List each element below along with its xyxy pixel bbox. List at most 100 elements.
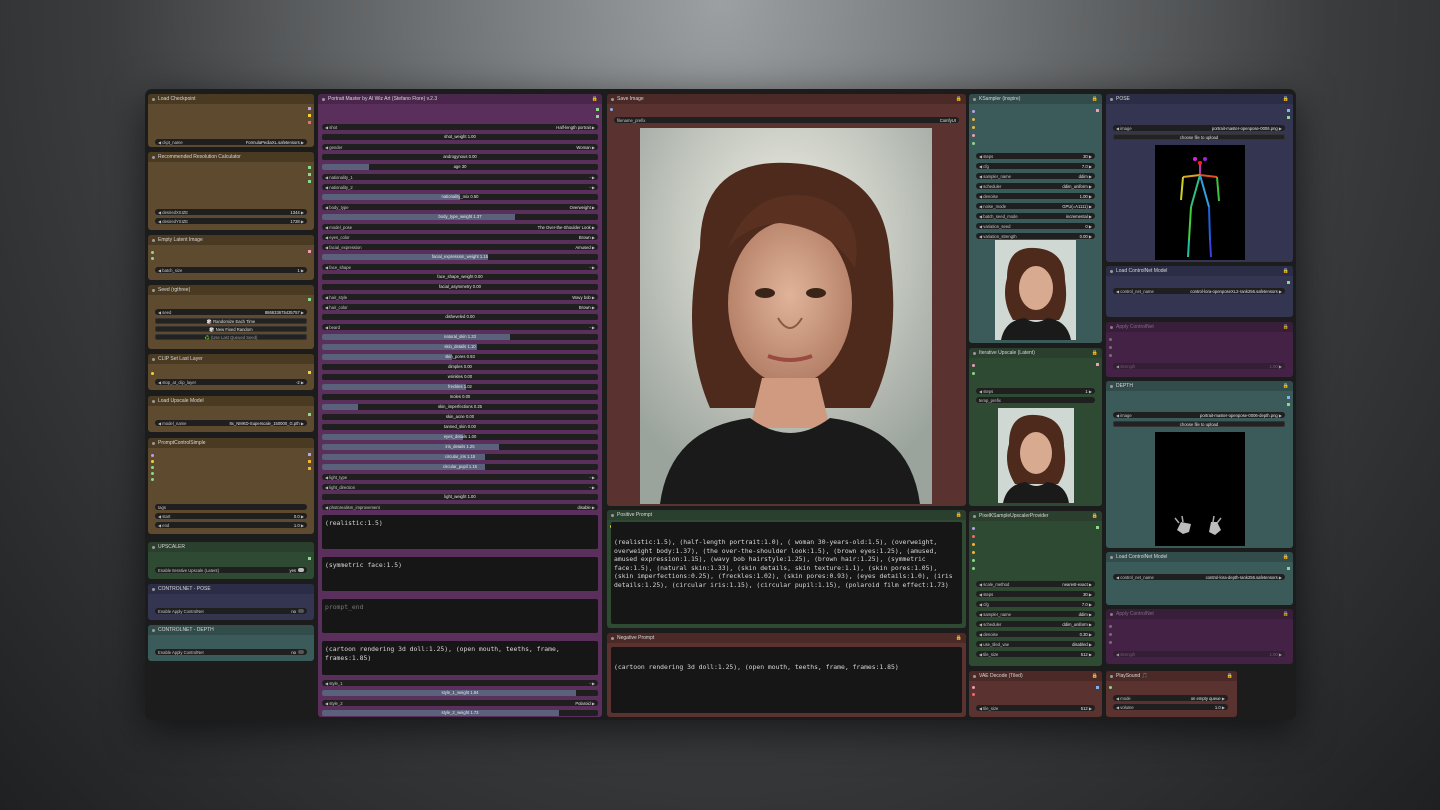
input-image-icon[interactable] [1109, 641, 1112, 644]
enable-apply-controlnet-pose-toggle[interactable]: Enable Apply ControlNet no [155, 608, 307, 614]
randomize-each-time-button[interactable]: 🎲 Randomize Each Time [155, 318, 307, 324]
arrow-right-icon[interactable]: ▶ [1089, 234, 1092, 239]
arrow-left-icon[interactable]: ◀ [979, 592, 982, 597]
input-conditioning-icon[interactable] [1109, 625, 1112, 628]
input-controlnet-icon[interactable] [1109, 346, 1112, 349]
prompt-end-textarea[interactable]: prompt_end [322, 599, 598, 633]
arrow-left-icon[interactable]: ◀ [325, 235, 328, 240]
pm-shot-combo[interactable]: ◀ shot Half-length portrait ▶ [322, 124, 598, 130]
load-upscale-model-node[interactable]: Load Upscale Model ◀ model_name 8x_NMKD-S… [148, 396, 314, 432]
generated-portrait-image[interactable] [640, 128, 932, 504]
output-image-icon[interactable] [1287, 396, 1290, 399]
input-clip-icon[interactable] [151, 460, 154, 463]
pm-dimples-slider[interactable]: dimples 0.00 [322, 364, 598, 370]
enable-iterative-upscale-toggle[interactable]: Enable Iterative Upscale (Latent) yes [155, 567, 307, 573]
pm-nationality-1-combo[interactable]: ◀ nationality_1- ▶ [322, 174, 598, 180]
seed-input[interactable]: ◀ seed 886633675435757 ▶ [155, 309, 307, 315]
arrow-left-icon[interactable]: ◀ [979, 582, 982, 587]
arrow-right-icon[interactable]: ▶ [1089, 582, 1092, 587]
ks-variation-seed-input[interactable]: ◀ variation_seed 0 ▶ [976, 223, 1095, 229]
lock-icon[interactable]: 🔒 [592, 96, 598, 102]
vae-tile-size-input[interactable]: ◀ tile_size 512 ▶ [976, 705, 1095, 711]
pm-circular-pupil-slider[interactable]: circular_pupil 1.15 [322, 464, 598, 470]
pm-light-type-combo[interactable]: ◀ light_type - ▶ [322, 474, 598, 480]
prompt-control-simple-node[interactable]: PromptControlSimple tags ◀ start 0.0 ▶ ◀ … [148, 438, 314, 534]
output-upscaler-icon[interactable] [1096, 526, 1099, 529]
arrow-left-icon[interactable]: ◀ [979, 622, 982, 627]
input-seed-icon[interactable] [972, 142, 975, 145]
collapse-dot-icon[interactable] [152, 97, 155, 101]
apply-cn-depth-strength-input[interactable]: ◀ strength 1.00 ▶ [1113, 651, 1285, 657]
tags-input[interactable]: tags [155, 504, 307, 510]
arrow-left-icon[interactable]: ◀ [979, 154, 982, 159]
ks-scheduler-input[interactable]: ◀ scheduler ddim_uniform ▶ [976, 183, 1095, 189]
pixel-ksample-upscaler-node[interactable]: PixelKSampleUpscalerProvider 🔒 ◀ scale_me… [969, 511, 1102, 666]
input-latent-icon[interactable] [972, 134, 975, 137]
arrow-right-icon[interactable]: ▶ [1089, 602, 1092, 607]
output-cond-icon[interactable] [308, 467, 311, 470]
output-image-icon[interactable] [1096, 686, 1099, 689]
px-scale-method-input[interactable]: ◀ scale_method nearest-exact ▶ [976, 581, 1095, 587]
depth-map-image[interactable] [1155, 432, 1245, 546]
lock-icon[interactable]: 🔒 [956, 635, 962, 641]
output-cond-icon[interactable] [308, 460, 311, 463]
arrow-right-icon[interactable]: ▶ [1089, 184, 1092, 189]
desired-y-size-input[interactable]: ◀ desiredYSIZE 1728 ▶ [155, 218, 307, 224]
arrow-right-icon[interactable]: ▶ [592, 681, 595, 686]
px-denoise-input[interactable]: ◀ denoise 0.30 ▶ [976, 631, 1095, 637]
pm-iris-details-slider[interactable]: iris_details 1.25 [322, 444, 598, 450]
collapse-dot-icon[interactable] [1110, 269, 1113, 273]
arrow-left-icon[interactable]: ◀ [325, 701, 328, 706]
arrow-right-icon[interactable]: ▶ [1089, 224, 1092, 229]
arrow-left-icon[interactable]: ◀ [979, 652, 982, 657]
arrow-right-icon[interactable]: ▶ [592, 701, 595, 706]
output-negative-icon[interactable] [596, 115, 599, 118]
arrow-right-icon[interactable]: ▶ [1089, 214, 1092, 219]
pm-skin-pores-slider[interactable]: skin_pores 0.93 [322, 354, 598, 360]
arrow-left-icon[interactable]: ◀ [979, 184, 982, 189]
arrow-left-icon[interactable]: ◀ [979, 612, 982, 617]
output-bool-icon[interactable] [308, 557, 311, 560]
collapse-dot-icon[interactable] [1110, 674, 1113, 678]
lock-icon[interactable]: 🔒 [1092, 350, 1098, 356]
pm-body-type-combo[interactable]: ◀ body_type Overweight ▶ [322, 204, 598, 210]
empty-latent-node[interactable]: Empty Latent Image ◀ batch_size 1 ▶ [148, 235, 314, 280]
input-upscaler-icon[interactable] [972, 372, 975, 375]
ks-steps-input[interactable]: ◀ steps 30 ▶ [976, 153, 1095, 159]
ks-cfg-input[interactable]: ◀ cfg 7.0 ▶ [976, 163, 1095, 169]
arrow-right-icon[interactable]: ▶ [1089, 592, 1092, 597]
save-image-node[interactable]: Save Image 🔒 filename_prefix ComfyUI [607, 94, 966, 506]
input-samples-icon[interactable] [972, 364, 975, 367]
positive-prompt-textarea[interactable]: (realistic:1.5), (half-length portrait:1… [611, 522, 962, 624]
arrow-right-icon[interactable]: ▶ [1089, 632, 1092, 637]
pm-freckles-slider[interactable]: freckles 1.02 [322, 384, 598, 390]
arrow-left-icon[interactable]: ◀ [325, 225, 328, 230]
collapse-dot-icon[interactable] [152, 441, 155, 445]
output-latent-icon[interactable] [308, 250, 311, 253]
lock-icon[interactable]: 🔒 [1283, 324, 1289, 330]
pm-light-direction-combo[interactable]: ◀ light_direction - ▶ [322, 484, 598, 490]
end-input[interactable]: ◀ end 1.0 ▶ [155, 522, 307, 528]
controlnet-depth-group-node[interactable]: CONTROLNET - DEPTH Enable Apply ControlN… [148, 625, 314, 661]
collapse-dot-icon[interactable] [1110, 555, 1113, 559]
input-negative-icon[interactable] [972, 551, 975, 554]
pm-beard-combo[interactable]: ◀ beard - ▶ [322, 324, 598, 330]
prompt-additional-textarea[interactable]: (symmetric face:1.5) [322, 557, 598, 591]
pm-age-slider[interactable]: age 30 [322, 164, 598, 170]
batch-size-input[interactable]: ◀ batch_size 1 ▶ [155, 267, 307, 273]
lock-icon[interactable]: 🔒 [1283, 611, 1289, 617]
pm-face-shape-weight-slider[interactable]: face_shape_weight 0.00 [322, 274, 598, 280]
input-negative-icon[interactable] [151, 472, 154, 475]
arrow-left-icon[interactable]: ◀ [979, 632, 982, 637]
collapse-dot-icon[interactable] [611, 97, 614, 101]
arrow-left-icon[interactable]: ◀ [325, 205, 328, 210]
positive-prompt-node[interactable]: Positive Prompt 🔒 (realistic:1.5), (half-… [607, 510, 966, 628]
input-seed-icon[interactable] [972, 559, 975, 562]
prompt-start-textarea[interactable]: (realistic:1.5) [322, 515, 598, 549]
output-vae-icon[interactable] [308, 121, 311, 124]
arrow-left-icon[interactable]: ◀ [979, 164, 982, 169]
pm-hair-style-combo[interactable]: ◀ hair_style Wavy bob ▶ [322, 294, 598, 300]
filename-prefix-input[interactable]: filename_prefix ComfyUI [614, 117, 959, 123]
output-clip-icon[interactable] [308, 114, 311, 117]
collapse-dot-icon[interactable] [152, 545, 155, 549]
